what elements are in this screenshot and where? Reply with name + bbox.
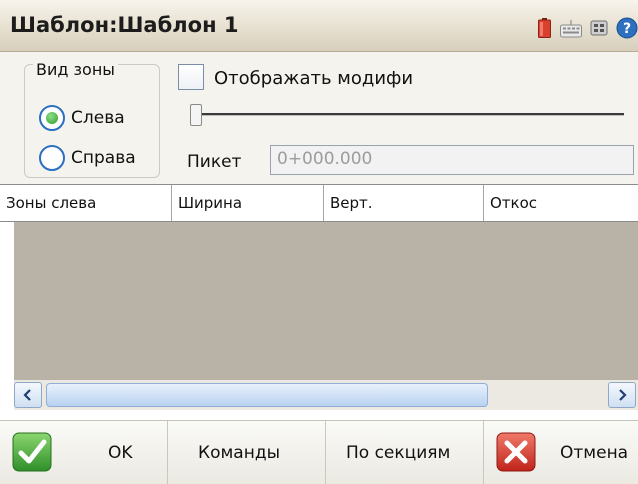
- svg-text:?: ?: [623, 21, 631, 37]
- cancel-label: Отмена: [560, 443, 629, 463]
- ok-button[interactable]: OK: [0, 421, 168, 484]
- checkmark-icon: [12, 432, 52, 472]
- radio-left-label: Слева: [71, 108, 125, 128]
- command-bar: OK Команды По секциям Отмена: [0, 420, 638, 484]
- table-left-margin: [0, 222, 14, 420]
- table-header: Зоны слева Ширина Верт. Откос: [0, 184, 638, 222]
- chevron-right-icon: [619, 389, 627, 401]
- zone-type-group: Вид зоны Слева Справа: [24, 61, 160, 178]
- radio-button-checked[interactable]: [39, 105, 65, 131]
- help-icon[interactable]: ?: [616, 17, 638, 39]
- column-header-width[interactable]: Ширина: [172, 185, 324, 221]
- radio-button-unchecked[interactable]: [39, 145, 65, 171]
- scrollbar-thumb[interactable]: [46, 383, 488, 407]
- radio-right-zone[interactable]: Справа: [39, 145, 157, 171]
- column-header-vertical[interactable]: Верт.: [324, 185, 484, 221]
- column-header-zones-left[interactable]: Зоны слева: [0, 185, 172, 221]
- ok-label: OK: [108, 443, 133, 463]
- zones-table: Зоны слева Ширина Верт. Откос: [0, 184, 638, 420]
- zone-type-legend: Вид зоны: [33, 61, 118, 79]
- horizontal-scrollbar[interactable]: [14, 380, 638, 410]
- battery-icon[interactable]: [538, 18, 551, 38]
- scroll-right-button[interactable]: [608, 382, 636, 408]
- station-slider-track[interactable]: [196, 113, 624, 116]
- piket-field[interactable]: 0+000.000: [270, 145, 634, 175]
- column-header-slope[interactable]: Откос: [484, 185, 638, 221]
- chevron-left-icon: [23, 389, 31, 401]
- radio-left-zone[interactable]: Слева: [39, 105, 157, 131]
- show-modified-label: Отображать модифи: [214, 68, 414, 89]
- station-slider-thumb[interactable]: [190, 104, 202, 126]
- by-sections-button[interactable]: По секциям: [326, 421, 484, 484]
- window-title: Шаблон:Шаблон 1: [10, 13, 239, 37]
- radio-right-label: Справа: [71, 148, 136, 168]
- close-icon: [496, 432, 536, 472]
- cancel-button[interactable]: Отмена: [484, 421, 638, 484]
- network-icon[interactable]: [590, 18, 608, 38]
- show-modified-checkbox[interactable]: [178, 64, 204, 90]
- keyboard-icon[interactable]: [560, 18, 582, 38]
- piket-label: Пикет: [187, 152, 242, 172]
- title-bar: Шаблон:Шаблон 1 ?: [0, 0, 638, 52]
- commands-button[interactable]: Команды: [168, 421, 326, 484]
- scroll-left-button[interactable]: [14, 382, 42, 408]
- by-sections-label: По секциям: [346, 443, 451, 463]
- table-body[interactable]: [14, 222, 638, 380]
- commands-label: Команды: [198, 443, 281, 463]
